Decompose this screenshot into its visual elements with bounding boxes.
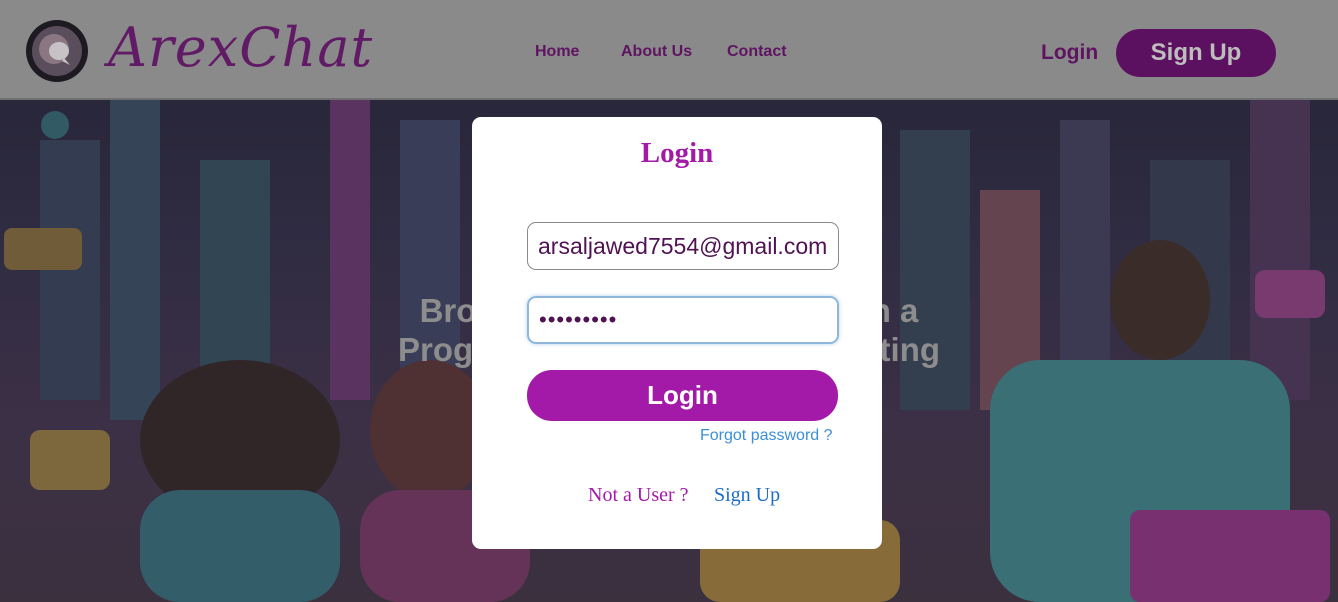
nav-about-us[interactable]: About Us (621, 43, 692, 61)
header-login-link[interactable]: Login (1041, 41, 1098, 65)
password-field[interactable]: ••••••••• (527, 296, 839, 344)
logo-icon[interactable] (24, 18, 90, 84)
login-modal: Login arsaljawed7554@gmail.com •••••••••… (472, 117, 882, 549)
forgot-password-link[interactable]: Forgot password ? (700, 427, 833, 445)
brand-name[interactable]: ArexChat (108, 16, 373, 79)
header-signup-button[interactable]: Sign Up (1116, 29, 1276, 77)
site-header: ArexChat Home About Us Contact Login Sig… (0, 0, 1338, 100)
nav-contact[interactable]: Contact (727, 43, 787, 61)
login-submit-button[interactable]: Login (527, 370, 838, 421)
nav-home[interactable]: Home (535, 43, 579, 61)
modal-signup-link[interactable]: Sign Up (714, 484, 780, 507)
not-a-user-label: Not a User ? (588, 484, 689, 506)
modal-title: Login (640, 137, 714, 169)
email-field[interactable]: arsaljawed7554@gmail.com (527, 222, 839, 270)
